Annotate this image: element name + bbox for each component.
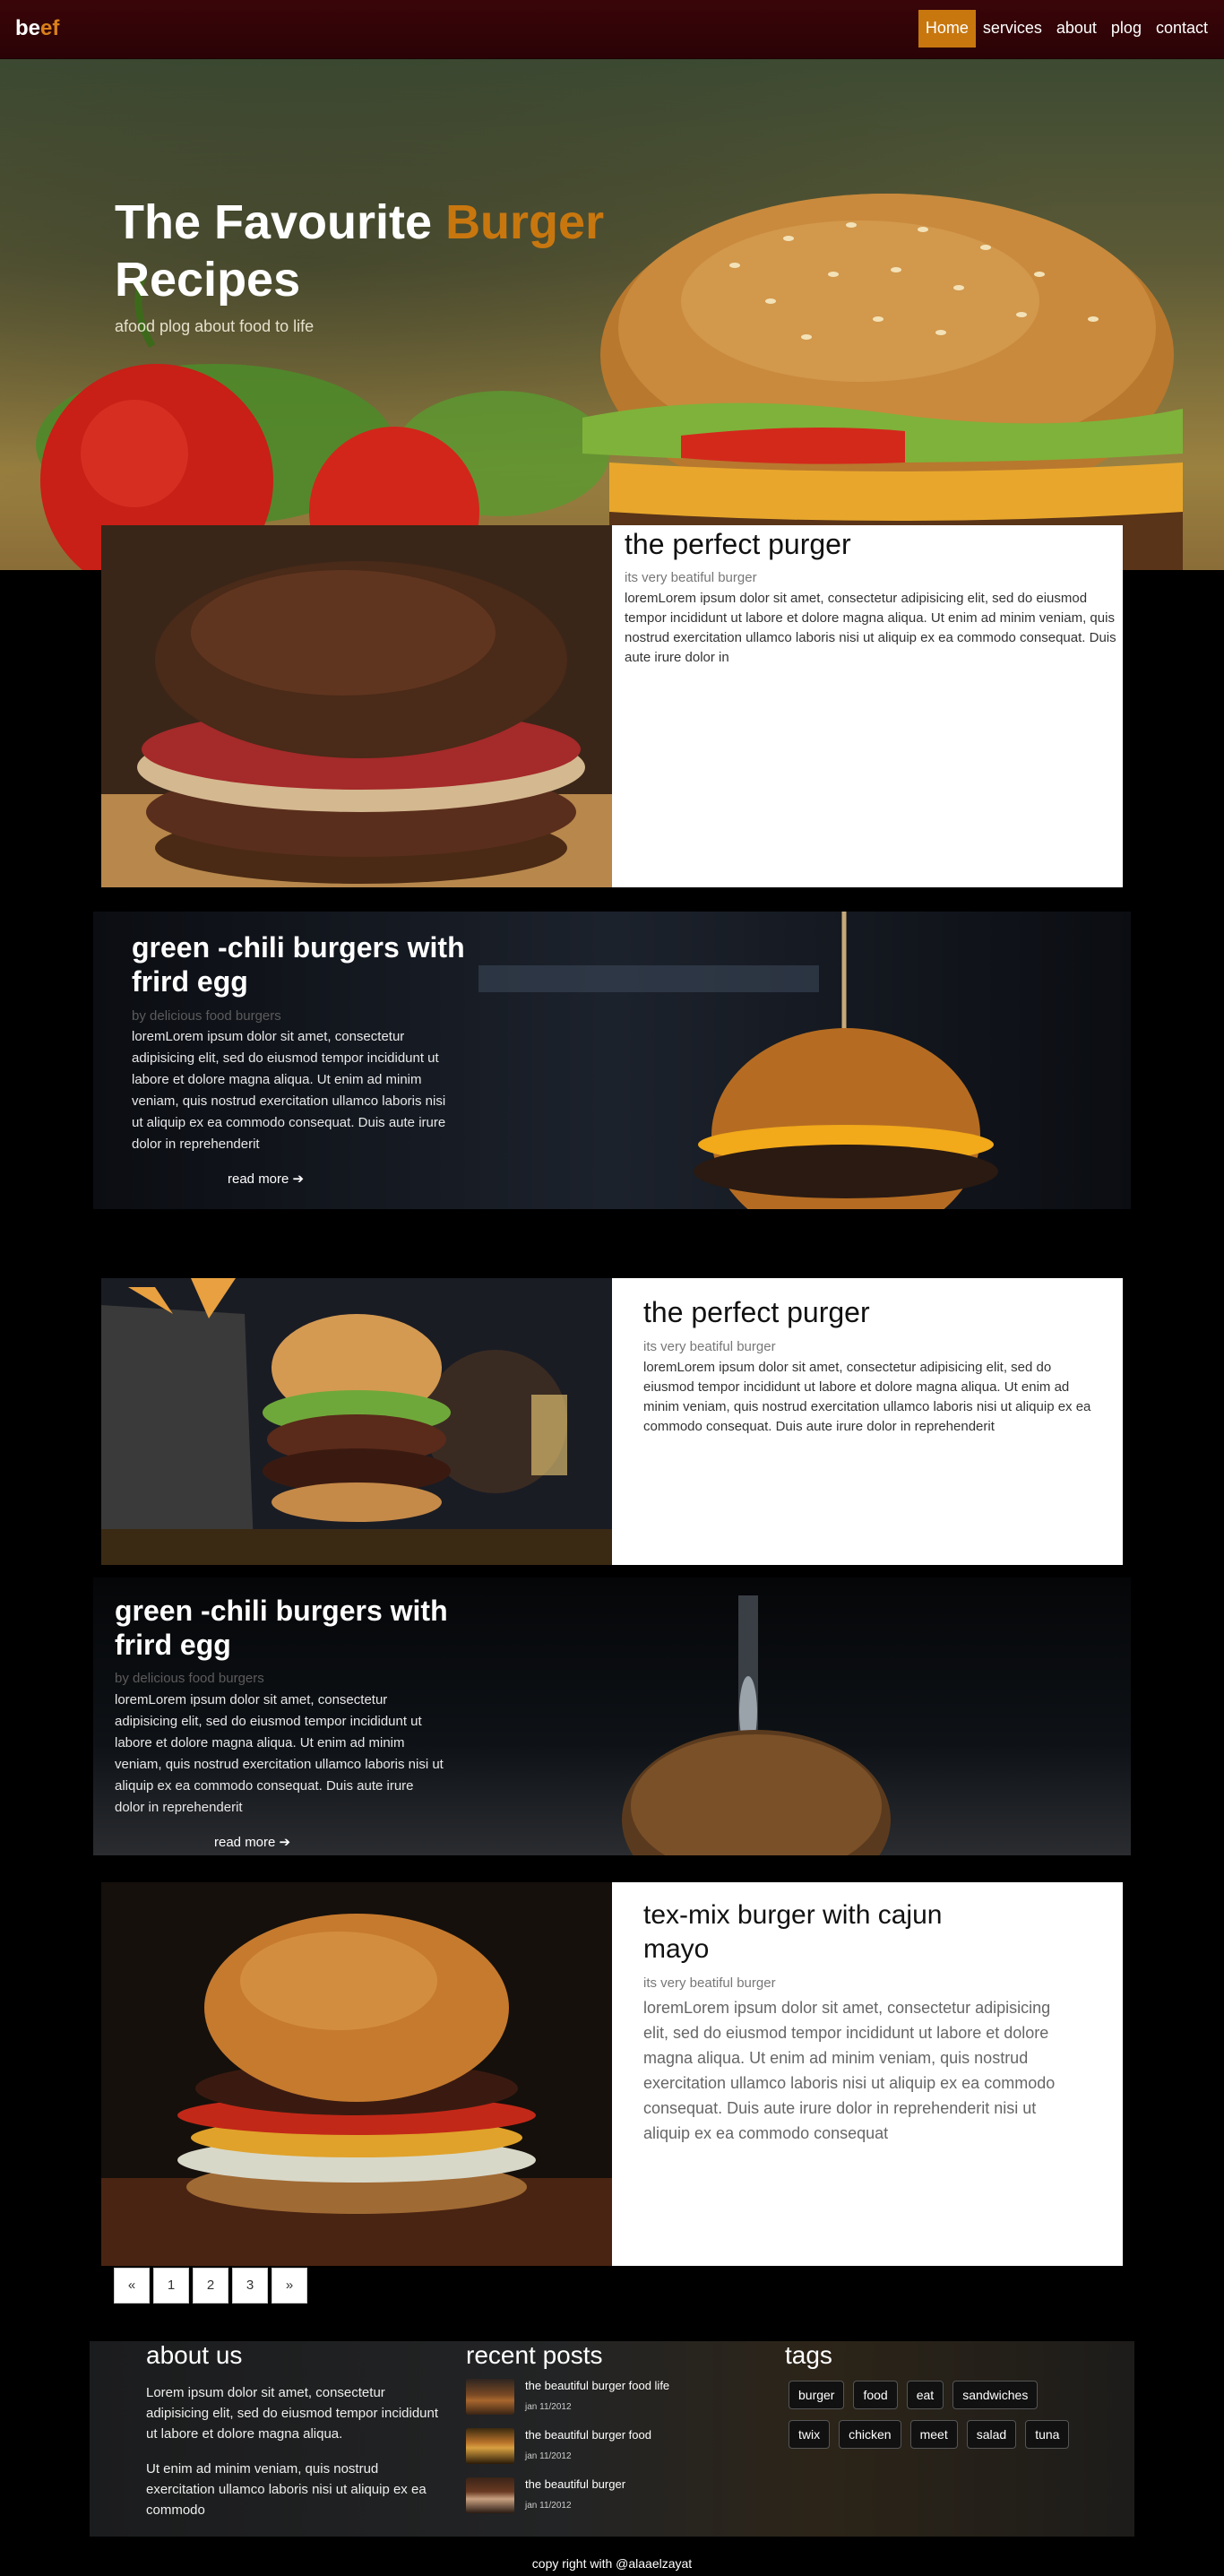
post5-text: loremLorem ipsum dolor sit amet, consect… (643, 1999, 1056, 2142)
post4-title[interactable]: green -chili burgers with frird egg (115, 1594, 482, 1662)
tag-sandwiches[interactable]: sandwiches (952, 2381, 1039, 2409)
post3-meta: its very beatiful burger (643, 1339, 776, 1354)
recent-post-date: jan 11/2012 (525, 2501, 572, 2511)
post2-text: loremLorem ipsum dolor sit amet, consect… (132, 1029, 446, 1152)
recent-post-2[interactable]: the beautiful burger food jan 11/2012 (466, 2428, 699, 2468)
post3-card: the perfect purger its very beatiful bur… (612, 1278, 1123, 1565)
nav-services[interactable]: services (976, 10, 1049, 48)
page-prev[interactable]: « (114, 2268, 150, 2304)
arrow-right-icon: ➔ (275, 1835, 291, 1850)
nav-menu: Home services about plog contact (918, 10, 1224, 48)
post2-read-more-label: read more (228, 1171, 289, 1187)
nav-plog[interactable]: plog (1104, 10, 1149, 48)
nav-about[interactable]: about (1049, 10, 1104, 48)
post4-text: loremLorem ipsum dolor sit amet, consect… (115, 1692, 444, 1815)
post5-image (101, 1882, 612, 2266)
page-1[interactable]: 1 (153, 2268, 189, 2304)
post5-title[interactable]: tex-mix burger with cajun mayo (643, 1898, 984, 1967)
recent-post-title: the beautiful burger food life (525, 2379, 670, 2392)
recent-posts-title: recent posts (466, 2341, 603, 2369)
hero-banner: The Favourite Burger Recipes afood plog … (0, 59, 1224, 570)
recent-post-date: jan 11/2012 (525, 2451, 572, 2461)
tag-tuna[interactable]: tuna (1025, 2420, 1070, 2449)
navbar: beef Home services about plog contact (0, 0, 1224, 59)
pagination: « 1 2 3 » (114, 2268, 307, 2304)
post2-meta: by delicious food burgers (132, 1008, 281, 1024)
recent-post-3[interactable]: the beautiful burger jan 11/2012 (466, 2477, 699, 2517)
recent-post-title: the beautiful burger food (525, 2428, 651, 2442)
recent-post-thumb (466, 2379, 514, 2415)
recent-post-thumb (466, 2477, 514, 2513)
hero-title-accent: Burger (445, 195, 605, 249)
brand-part2: ef (40, 16, 60, 40)
tag-chicken[interactable]: chicken (839, 2420, 901, 2449)
tag-eat[interactable]: eat (906, 2381, 944, 2409)
post4-card: green -chili burgers with frird egg by d… (93, 1578, 1131, 1855)
hero-title-part2: Recipes (115, 253, 301, 307)
about-p1: Lorem ipsum dolor sit amet, consectetur … (146, 2385, 439, 2442)
post2-title[interactable]: green -chili burgers with frird egg (132, 930, 481, 998)
nav-home[interactable]: Home (918, 10, 976, 48)
post5-card: tex-mix burger with cajun mayo its very … (612, 1882, 1123, 2266)
about-title: about us (146, 2341, 243, 2369)
hero-burger-image (36, 194, 1183, 570)
post5-meta: its very beatiful burger (643, 1975, 776, 1991)
brand-part1: be (15, 16, 41, 40)
burger-photo-1 (101, 525, 612, 887)
tag-twix[interactable]: twix (789, 2420, 831, 2449)
tag-burger[interactable]: burger (789, 2381, 845, 2409)
hero-subtitle: afood plog about food to life (115, 317, 315, 335)
recent-post-thumb (466, 2428, 514, 2464)
page-2[interactable]: 2 (193, 2268, 228, 2304)
recent-post-1[interactable]: the beautiful burger food life jan 11/20… (466, 2379, 699, 2418)
post1-image (101, 525, 612, 887)
post3-title[interactable]: the perfect purger (643, 1296, 870, 1329)
page-3[interactable]: 3 (232, 2268, 268, 2304)
post1-title[interactable]: the perfect purger (625, 528, 851, 561)
about-text: Lorem ipsum dolor sit amet, consectetur … (146, 2382, 451, 2535)
footer: about us Lorem ipsum dolor sit amet, con… (90, 2341, 1134, 2537)
post2-read-more[interactable]: read more ➔ (228, 1171, 304, 1187)
post1-text: loremLorem ipsum dolor sit amet, consect… (625, 591, 1116, 665)
post4-read-more-label: read more (214, 1835, 276, 1850)
post1-card: the perfect purger its very beatiful bur… (612, 525, 1123, 887)
page-next[interactable]: » (272, 2268, 307, 2304)
post4-read-more[interactable]: read more ➔ (214, 1834, 290, 1850)
recent-post-title: the beautiful burger (525, 2477, 626, 2491)
tag-food[interactable]: food (853, 2381, 898, 2409)
copyright: copy right with @alaaelzayat (531, 2556, 693, 2571)
hero-title: The Favourite Burger Recipes (115, 194, 604, 308)
post2-card: green -chili burgers with frird egg by d… (93, 912, 1131, 1209)
arrow-right-icon: ➔ (289, 1171, 305, 1187)
post3-text: loremLorem ipsum dolor sit amet, consect… (643, 1360, 1091, 1434)
tags-title: tags (785, 2341, 832, 2369)
nav-contact[interactable]: contact (1149, 10, 1215, 48)
post4-meta: by delicious food burgers (115, 1671, 264, 1686)
hero-title-part1: The Favourite (115, 195, 446, 249)
burger-photo-3 (101, 1278, 612, 1565)
tag-salad[interactable]: salad (966, 2420, 1017, 2449)
burger-photo-5 (101, 1882, 612, 2266)
tag-list: burger food eat sandwiches twix chicken … (789, 2381, 1084, 2452)
tag-meet[interactable]: meet (909, 2420, 958, 2449)
brand-logo[interactable]: beef (15, 16, 59, 41)
post1-meta: its very beatiful burger (625, 570, 757, 585)
recent-post-date: jan 11/2012 (525, 2402, 572, 2412)
post3-image (101, 1278, 612, 1565)
about-p2: Ut enim ad minim veniam, quis nostrud ex… (146, 2461, 427, 2518)
